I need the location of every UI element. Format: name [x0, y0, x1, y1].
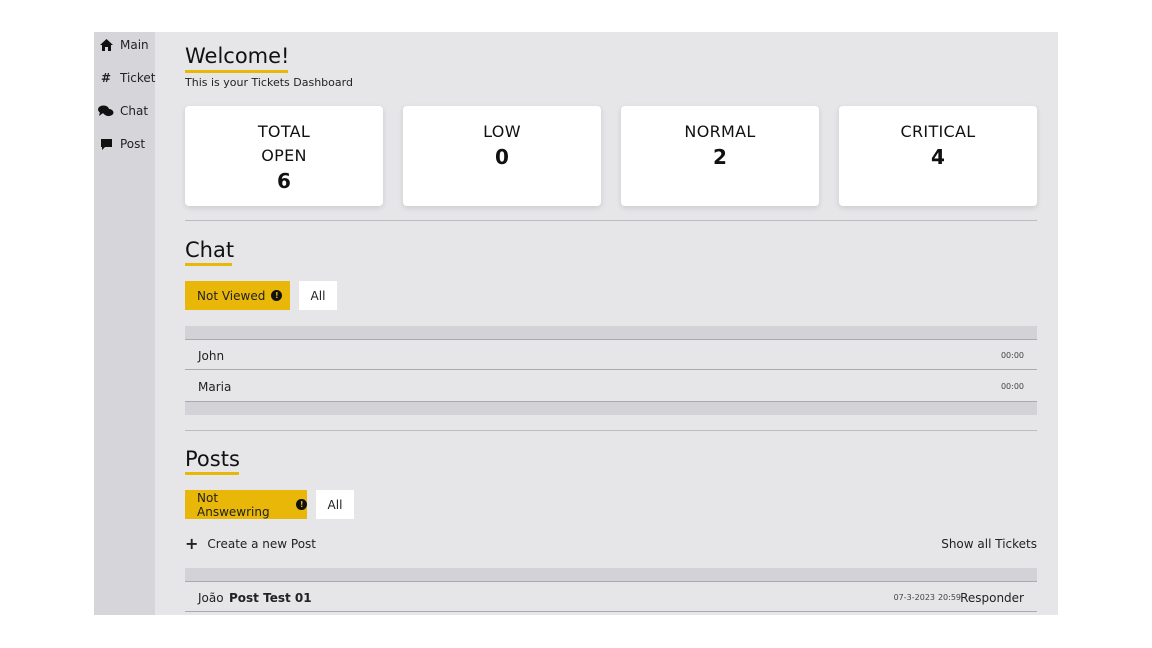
chat-time: 00:00 [1000, 351, 1024, 360]
sidebar-item-chat[interactable]: Chat [98, 101, 148, 121]
create-post-button[interactable]: + Create a new Post [185, 534, 316, 553]
stat-card-normal: NORMAL 2 [621, 106, 819, 206]
show-all-tickets-link[interactable]: Show all Tickets [941, 537, 1037, 551]
stat-label: NORMAL [684, 122, 756, 141]
chat-contact-name: John [198, 349, 225, 363]
divider [185, 220, 1037, 221]
sidebar-item-label: Post [120, 137, 146, 151]
stat-label: TOTAL [257, 122, 311, 141]
sidebar-item-label: Main [120, 38, 149, 52]
home-icon [98, 38, 114, 52]
stat-card-total-open: TOTAL OPEN 6 [185, 106, 383, 206]
chat-row[interactable]: Maria 00:00 [185, 371, 1037, 402]
exclamation-icon: ! [271, 290, 283, 301]
sidebar-item-label: Ticket [120, 71, 156, 85]
post-date: 07-3-2023 [893, 593, 935, 602]
plus-icon: + [185, 534, 199, 553]
filter-label: Not Viewed [197, 288, 266, 303]
stat-label: LOW [483, 122, 521, 141]
comment-icon [98, 137, 114, 151]
hash-icon: # [100, 71, 112, 85]
sidebar-item-label: Chat [120, 104, 149, 118]
sidebar-item-post[interactable]: Post [98, 134, 145, 154]
stat-label: CRITICAL [900, 122, 976, 141]
stat-value: 4 [931, 145, 945, 169]
chat-filter-not-viewed[interactable]: Not Viewed ! [185, 281, 290, 310]
dashboard-window: Main # Ticket Chat Post Welcome! This is… [94, 32, 1058, 615]
chat-time: 00:00 [1000, 382, 1024, 391]
posts-filter-all[interactable]: All [316, 490, 354, 519]
stat-value: 2 [713, 145, 727, 169]
chat-icon [98, 104, 114, 118]
chat-row[interactable]: John 00:00 [185, 339, 1037, 370]
title-underline [185, 472, 239, 475]
title-underline [185, 70, 288, 73]
list-header-band [185, 568, 1037, 581]
list-header-band [185, 326, 1037, 339]
posts-filter-not-answering[interactable]: Not Answewring ! [185, 490, 307, 519]
stat-card-low: LOW 0 [403, 106, 601, 206]
post-row[interactable]: João Post Test 01 07-3-2023 20:59 Respon… [185, 581, 1037, 612]
list-footer-band [185, 402, 1037, 415]
chat-filter-all[interactable]: All [299, 281, 337, 310]
post-author: João [198, 591, 224, 605]
divider [185, 430, 1037, 431]
stat-value: 6 [277, 169, 291, 193]
exclamation-icon: ! [296, 499, 307, 510]
filter-label: Not Answewring [197, 490, 270, 519]
chat-section-title: Chat [185, 238, 235, 262]
stat-value: 0 [495, 145, 509, 169]
post-time: 20:59 [937, 593, 961, 602]
posts-section-title: Posts [185, 447, 240, 471]
create-post-label: Create a new Post [207, 537, 316, 551]
sidebar-item-ticket[interactable]: # Ticket [98, 68, 156, 88]
reply-button[interactable]: Responder [960, 591, 1024, 605]
page-subtitle: This is your Tickets Dashboard [185, 76, 353, 89]
sidebar-item-main[interactable]: Main [98, 35, 149, 55]
chat-contact-name: Maria [198, 380, 232, 394]
sidebar: Main # Ticket Chat Post [94, 32, 156, 615]
page-title: Welcome! [185, 44, 290, 68]
title-underline [185, 263, 232, 266]
main-content: Welcome! This is your Tickets Dashboard … [185, 32, 1037, 615]
stat-label: OPEN [261, 146, 307, 165]
post-title: Post Test 01 [229, 591, 312, 605]
stat-card-critical: CRITICAL 4 [839, 106, 1037, 206]
